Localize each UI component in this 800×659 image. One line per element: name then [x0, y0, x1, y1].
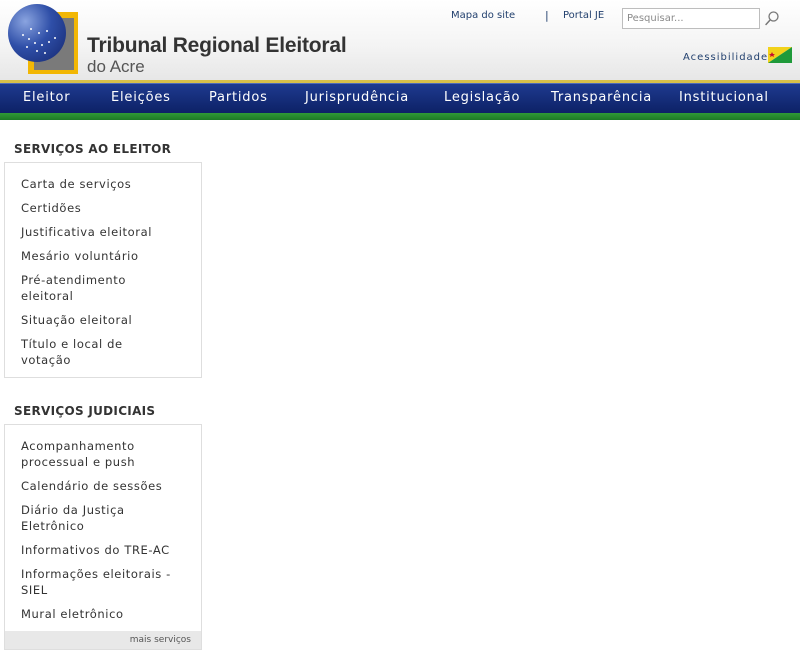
- voter-services-box: Carta de serviços Certidões Justificativ…: [4, 162, 202, 378]
- logo-globe: [8, 4, 66, 62]
- judicial-services-box: Acompanhamento processual e push Calendá…: [4, 424, 202, 650]
- list-item[interactable]: Informativos do TRE-AC: [21, 542, 193, 558]
- list-item[interactable]: Carta de serviços: [21, 176, 193, 192]
- site-header: Tribunal Regional Eleitoral do Acre Mapa…: [0, 0, 800, 82]
- nav-item-jurisprudencia[interactable]: Jurisprudência: [305, 90, 409, 105]
- nav-green-stripe: [0, 113, 800, 120]
- main-nav: Eleitor Eleições Partidos Jurisprudência…: [0, 83, 800, 113]
- judicial-services-title: SERVIÇOS JUDICIAIS: [14, 404, 156, 418]
- link-separator: |: [545, 9, 549, 22]
- list-item[interactable]: Pré-atendimento eleitoral: [21, 272, 161, 304]
- site-subtitle: do Acre: [87, 57, 145, 76]
- list-item[interactable]: Situação eleitoral: [21, 312, 193, 328]
- list-item[interactable]: Informações eleitorais - SIEL: [21, 566, 193, 598]
- nav-item-institucional[interactable]: Institucional: [679, 90, 769, 105]
- voter-services-title: SERVIÇOS AO ELEITOR: [14, 142, 172, 156]
- list-item[interactable]: Calendário de sessões: [21, 478, 193, 494]
- list-item[interactable]: Certidões: [21, 200, 193, 216]
- accessibility-link[interactable]: Acessibilidade: [683, 52, 768, 63]
- nav-item-eleicoes[interactable]: Eleições: [111, 90, 171, 105]
- nav-item-eleitor[interactable]: Eleitor: [23, 90, 70, 105]
- acre-flag-icon: [768, 47, 792, 63]
- site-map-link[interactable]: Mapa do site: [451, 10, 515, 21]
- nav-item-legislacao[interactable]: Legislação: [444, 90, 520, 105]
- search-icon[interactable]: [764, 10, 780, 26]
- search-input[interactable]: [622, 8, 760, 29]
- list-item[interactable]: Justificativa eleitoral: [21, 224, 193, 240]
- more-services-link[interactable]: mais serviços: [5, 631, 201, 649]
- list-item[interactable]: Título e local de votação: [21, 336, 151, 368]
- site-title[interactable]: Tribunal Regional Eleitoral: [87, 34, 347, 58]
- portal-je-link[interactable]: Portal JE: [563, 10, 604, 21]
- list-item[interactable]: Mural eletrônico: [21, 606, 193, 622]
- nav-item-partidos[interactable]: Partidos: [209, 90, 268, 105]
- list-item[interactable]: Mesário voluntário: [21, 248, 193, 264]
- nav-item-transparencia[interactable]: Transparência: [551, 90, 652, 105]
- list-item[interactable]: Acompanhamento processual e push: [21, 438, 161, 470]
- list-item[interactable]: Diário da Justiça Eletrônico: [21, 502, 151, 534]
